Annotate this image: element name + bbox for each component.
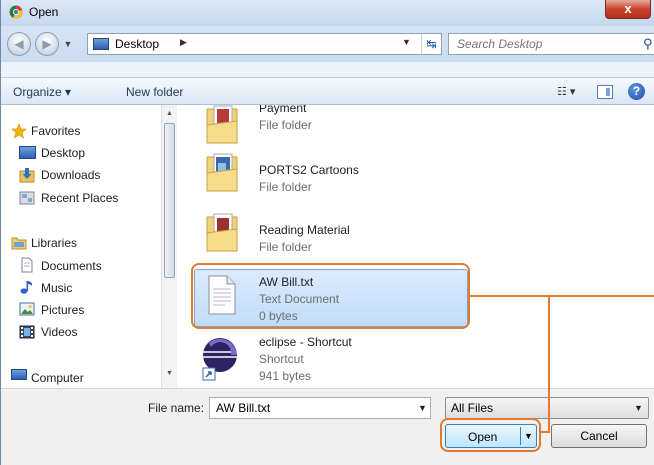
star-icon: [11, 123, 27, 139]
documents-icon: [21, 257, 33, 273]
refresh-button[interactable]: ↹: [421, 34, 441, 54]
folder-icon: [206, 213, 238, 252]
search-input[interactable]: [449, 34, 629, 54]
breadcrumb-arrow-icon[interactable]: ▶: [180, 37, 187, 48]
nav-favorites[interactable]: Favorites: [31, 124, 80, 138]
file-name-combobox[interactable]: ▼: [209, 397, 431, 419]
scroll-up-icon[interactable]: ▲: [166, 110, 173, 117]
recent-locations-button[interactable]: ▼: [61, 34, 75, 54]
nav-desktop[interactable]: Desktop: [41, 146, 85, 160]
file-size: 941 bytes: [259, 369, 312, 383]
refresh-icon: ↹: [426, 37, 437, 51]
back-button[interactable]: ◀: [7, 32, 31, 56]
nav-libraries[interactable]: Libraries: [31, 236, 77, 250]
file-type: Shortcut: [259, 352, 304, 366]
eclipse-shortcut-icon: [202, 338, 237, 381]
chevron-down-icon[interactable]: ▼: [418, 403, 427, 413]
file-name: eclipse - Shortcut: [259, 335, 352, 349]
nav-downloads[interactable]: Downloads: [41, 168, 100, 182]
new-folder-button[interactable]: New folder: [126, 85, 183, 99]
forward-arrow-icon: ▶: [42, 37, 52, 51]
recent-places-icon: [19, 191, 35, 205]
desktop-icon: [19, 146, 36, 159]
chevron-down-icon[interactable]: ▼: [634, 403, 643, 413]
preview-pane-icon[interactable]: [597, 85, 613, 99]
list-item[interactable]: Payment File folder: [193, 105, 654, 151]
list-item[interactable]: eclipse - Shortcut Shortcut 941 bytes: [193, 329, 654, 387]
scroll-down-icon[interactable]: ▼: [166, 370, 173, 377]
file-type: File folder: [259, 240, 312, 254]
help-icon[interactable]: ?: [628, 83, 645, 100]
list-item[interactable]: Reading Material File folder: [193, 209, 654, 267]
app-icon: [9, 5, 23, 19]
file-type: File folder: [259, 180, 312, 194]
change-view-icon[interactable]: ☷ ▾: [557, 85, 575, 98]
nav-scroll-thumb[interactable]: [164, 123, 175, 278]
file-name-label: File name:: [148, 401, 205, 415]
address-row: ◀ ▶ ▼ Desktop ▶ ▼ ↹ ⚲: [1, 26, 654, 62]
cancel-button[interactable]: Cancel: [551, 424, 647, 448]
file-name: Reading Material: [259, 223, 350, 237]
annotation-callout-line: [548, 295, 550, 433]
window-title: Open: [29, 5, 59, 19]
search-box[interactable]: ⚲: [448, 33, 654, 55]
nav-documents[interactable]: Documents: [41, 259, 102, 273]
back-arrow-icon: ◀: [14, 37, 24, 51]
nav-pictures[interactable]: Pictures: [41, 303, 84, 317]
command-bar: Organize ▾ New folder ☷ ▾ ?: [1, 77, 654, 105]
title-bar: Open x: [1, 0, 654, 26]
annotation-callout-line: [541, 431, 550, 433]
file-type: File folder: [259, 118, 312, 132]
organize-button[interactable]: Organize ▾: [13, 85, 71, 99]
downloads-icon: [19, 168, 35, 183]
list-item[interactable]: PORTS2 Cartoons File folder: [193, 149, 654, 207]
breadcrumb-desktop[interactable]: Desktop: [115, 37, 159, 51]
address-bar[interactable]: Desktop ▶ ▼ ↹: [87, 33, 442, 55]
content-area: Favorites Desktop Downloads Recent Place…: [1, 105, 654, 388]
bottom-panel: File name: ▼ All Files ▼ Open ▼ Cancel: [1, 388, 654, 465]
nav-recent-places[interactable]: Recent Places: [41, 191, 118, 205]
address-dropdown-icon[interactable]: ▼: [402, 37, 411, 47]
folder-icon: [206, 105, 238, 144]
nav-music[interactable]: Music: [41, 281, 72, 295]
folder-icon: [206, 153, 238, 192]
navigation-pane: Favorites Desktop Downloads Recent Place…: [1, 105, 177, 388]
search-icon[interactable]: ⚲: [643, 36, 653, 52]
annotation-highlight-file: [191, 263, 470, 329]
forward-button[interactable]: ▶: [35, 32, 59, 56]
file-name-input[interactable]: [210, 398, 400, 418]
computer-icon: [11, 369, 27, 380]
pictures-icon: [19, 302, 35, 316]
libraries-icon: [11, 237, 27, 250]
annotation-highlight-open: [440, 418, 541, 452]
annotation-callout-line: [470, 295, 654, 297]
nav-scrollbar[interactable]: ▲ ▼: [161, 105, 177, 388]
file-type-filter[interactable]: All Files ▼: [445, 397, 649, 419]
file-name: PORTS2 Cartoons: [259, 163, 359, 177]
videos-icon: [19, 325, 35, 339]
music-icon: [20, 281, 33, 294]
file-type-filter-value: All Files: [451, 401, 494, 415]
file-name: Payment: [259, 105, 307, 115]
nav-videos[interactable]: Videos: [41, 325, 77, 339]
chevron-down-icon: ▼: [63, 39, 73, 49]
close-button[interactable]: x: [605, 0, 651, 19]
open-dialog: Open x ◀ ▶ ▼ Desktop ▶ ▼ ↹ ⚲ Organize ▾: [0, 0, 654, 465]
nav-computer[interactable]: Computer: [31, 371, 84, 385]
file-list: Payment File folder PORTS2 Cartoons File…: [193, 105, 654, 388]
desktop-icon: [93, 38, 109, 50]
